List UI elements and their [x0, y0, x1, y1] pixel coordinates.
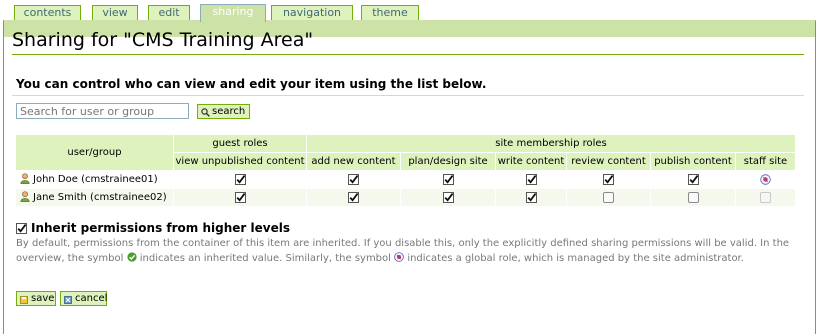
permissions-table: user/group guest roles site membership r…: [15, 134, 796, 207]
checkbox-checked[interactable]: [348, 191, 359, 203]
perm-cell: [306, 188, 401, 207]
column-header: plan/design site: [400, 152, 496, 171]
global-role-icon: [760, 174, 771, 185]
cancel-button-label: cancel: [75, 293, 108, 304]
title-divider: [12, 54, 804, 55]
page-title: Sharing for "CMS Training Area": [12, 29, 314, 51]
perm-cell: [306, 170, 401, 189]
inherit-label: Inherit permissions from higher levels: [31, 221, 290, 235]
tab-sharing[interactable]: sharing: [200, 4, 266, 22]
inherit-help-text: By default, permissions from the contain…: [16, 236, 806, 266]
user-icon: [20, 190, 30, 205]
user-group-header: user/group: [15, 134, 174, 171]
description-divider: [12, 95, 804, 96]
tab-theme[interactable]: theme: [361, 5, 419, 20]
user-cell: John Doe (cmstrainee01): [15, 170, 174, 189]
site-roles-header: site membership roles: [306, 134, 796, 153]
perm-cell: [650, 188, 736, 207]
cancel-button[interactable]: cancel: [60, 291, 107, 306]
checkbox-checked[interactable]: [525, 191, 537, 203]
tab-view[interactable]: view: [92, 5, 138, 20]
perm-cell: [495, 170, 567, 189]
checkbox-checked[interactable]: [442, 173, 454, 185]
tab-edit[interactable]: edit: [148, 5, 190, 20]
checkbox-unchecked[interactable]: [603, 191, 614, 203]
checkbox-checked[interactable]: [442, 191, 454, 203]
user-name: John Doe (cmstrainee01): [33, 173, 158, 185]
checkbox-disabled: [760, 191, 771, 203]
column-header: view unpublished content: [173, 152, 307, 171]
help-text-part2: indicates an inherited value. Similarly,…: [139, 253, 391, 264]
column-header: publish content: [650, 152, 736, 171]
checkbox-unchecked[interactable]: [687, 191, 699, 203]
page-description: You can control who can view and edit yo…: [16, 77, 487, 91]
guest-roles-header: guest roles: [173, 134, 307, 153]
checkbox-checked[interactable]: [348, 173, 359, 185]
checkbox-checked[interactable]: [603, 173, 614, 185]
perm-cell: [566, 170, 651, 189]
save-icon: [20, 295, 28, 304]
checkbox-checked[interactable]: [16, 222, 27, 234]
search-input[interactable]: [16, 103, 189, 119]
perm-cell: [735, 170, 796, 189]
user-cell: Jane Smith (cmstrainee02): [15, 188, 174, 207]
checkbox-checked[interactable]: [234, 191, 246, 203]
save-button-label: save: [31, 293, 55, 304]
search-button-label: search: [212, 106, 246, 117]
perm-cell: [400, 170, 496, 189]
column-header: add new content: [306, 152, 401, 171]
cancel-icon: [64, 295, 72, 304]
column-header: write content: [495, 152, 567, 171]
help-text-part3: indicates a global role, which is manage…: [407, 253, 744, 264]
column-header: review content: [566, 152, 651, 171]
user-icon: [20, 172, 30, 187]
perm-cell: [400, 188, 496, 207]
table-row: Jane Smith (cmstrainee02): [15, 188, 796, 207]
tab-contents[interactable]: contents: [14, 5, 81, 20]
perm-cell: [735, 188, 796, 207]
search-button[interactable]: search: [197, 104, 250, 119]
global-role-icon: [394, 252, 404, 262]
checkbox-checked[interactable]: [525, 173, 537, 185]
tab-bar: contents view edit navigation theme: [0, 0, 819, 21]
inherit-permissions[interactable]: Inherit permissions from higher levels: [16, 221, 290, 235]
column-header: staff site: [735, 152, 796, 171]
checkbox-checked[interactable]: [687, 173, 699, 185]
tab-navigation[interactable]: navigation: [271, 5, 353, 20]
table-row: John Doe (cmstrainee01): [15, 170, 796, 189]
perm-cell: [173, 188, 307, 207]
perm-cell: [173, 170, 307, 189]
save-button[interactable]: save: [16, 291, 56, 306]
magnifier-icon: [201, 107, 210, 117]
checkbox-checked[interactable]: [234, 173, 246, 185]
user-name: Jane Smith (cmstrainee02): [33, 191, 167, 203]
perm-cell: [495, 188, 567, 207]
perm-cell: [566, 188, 651, 207]
perm-cell: [650, 170, 736, 189]
inherited-icon: [126, 252, 137, 262]
